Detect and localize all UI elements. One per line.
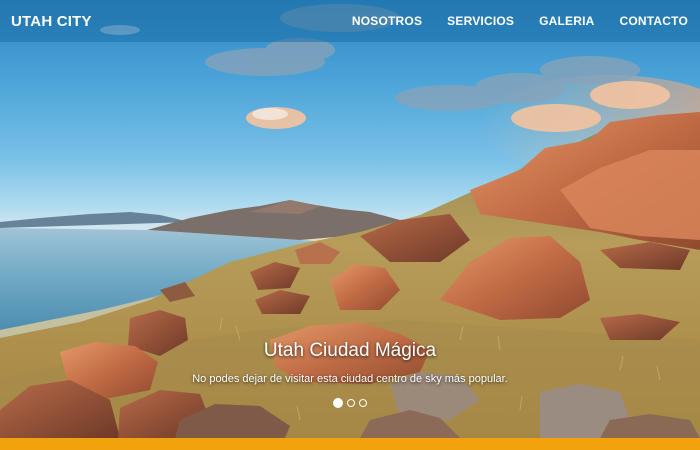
- top-navbar: UTAH CITY NOSOTROS SERVICIOS GALERIA CON…: [0, 0, 700, 42]
- nav-link-contacto[interactable]: CONTACTO: [620, 14, 689, 28]
- bottom-accent-bar: [0, 438, 700, 450]
- nav-link-galeria[interactable]: GALERIA: [539, 14, 594, 28]
- carousel-dot-3[interactable]: [359, 399, 367, 407]
- carousel-dot-2[interactable]: [347, 399, 355, 407]
- slide-title: Utah Ciudad Mágica: [263, 340, 437, 361]
- carousel-indicators: [0, 398, 700, 408]
- nav-link-servicios[interactable]: SERVICIOS: [447, 14, 514, 28]
- slide-subtitle: No podes dejar de visitar esta ciudad ce…: [192, 373, 508, 385]
- nav-link-nosotros[interactable]: NOSOTROS: [352, 14, 422, 28]
- brand-logo[interactable]: UTAH CITY: [11, 13, 92, 30]
- main-nav: NOSOTROS SERVICIOS GALERIA CONTACTO: [327, 14, 688, 28]
- carousel-dot-1[interactable]: [333, 398, 343, 408]
